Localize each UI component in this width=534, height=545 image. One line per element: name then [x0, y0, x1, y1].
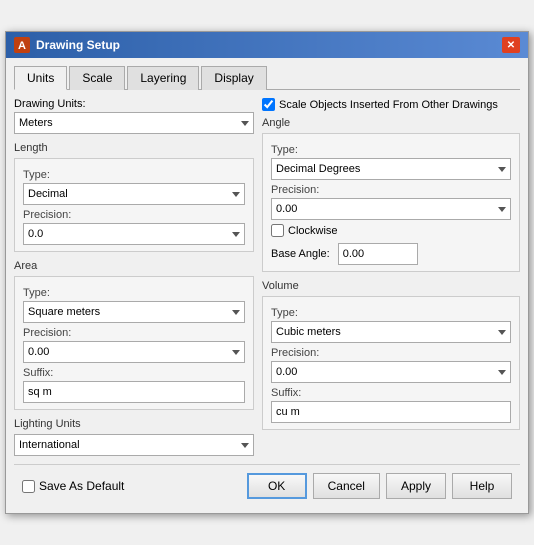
drawing-units-label: Drawing Units:: [14, 98, 254, 110]
close-button[interactable]: ✕: [502, 37, 520, 53]
volume-type-select[interactable]: Cubic meters Cubic feet: [271, 321, 511, 343]
angle-type-select[interactable]: Decimal Degrees Deg/Min/Sec Gradians Rad…: [271, 158, 511, 180]
volume-section-title: Volume: [262, 280, 520, 292]
area-type-select[interactable]: Square meters Square feet: [23, 301, 245, 323]
base-angle-input[interactable]: 0.00: [338, 243, 418, 265]
clockwise-row: Clockwise: [271, 224, 511, 237]
clockwise-label: Clockwise: [288, 225, 338, 237]
title-bar: A Drawing Setup ✕: [6, 32, 528, 58]
length-precision-select[interactable]: 0.0 0 0.00: [23, 223, 245, 245]
save-default-checkbox[interactable]: [22, 480, 35, 493]
apply-button[interactable]: Apply: [386, 473, 446, 499]
tab-scale[interactable]: Scale: [69, 66, 125, 90]
area-precision-label: Precision:: [23, 327, 245, 339]
volume-suffix-label: Suffix:: [271, 387, 511, 399]
save-default-label: Save As Default: [39, 479, 124, 493]
angle-type-label: Type:: [271, 144, 511, 156]
dialog-footer: Save As Default OK Cancel Apply Help: [14, 464, 520, 505]
left-panel: Drawing Units: Meters Feet Inches Length…: [14, 98, 254, 456]
right-panel: Scale Objects Inserted From Other Drawin…: [262, 98, 520, 456]
volume-type-label: Type:: [271, 307, 511, 319]
drawing-units-select[interactable]: Meters Feet Inches: [14, 112, 254, 134]
help-button[interactable]: Help: [452, 473, 512, 499]
lighting-units-select[interactable]: International American: [14, 434, 254, 456]
footer-buttons: OK Cancel Apply Help: [247, 473, 512, 499]
area-suffix-input[interactable]: sq m: [23, 381, 245, 403]
volume-precision-label: Precision:: [271, 347, 511, 359]
angle-section-title: Angle: [262, 117, 520, 129]
svg-text:A: A: [18, 40, 26, 52]
angle-precision-select[interactable]: 0.00 0 0.0: [271, 198, 511, 220]
area-suffix-label: Suffix:: [23, 367, 245, 379]
area-type-label: Type:: [23, 287, 245, 299]
app-icon: A: [14, 37, 30, 53]
ok-button[interactable]: OK: [247, 473, 307, 499]
dialog-title: Drawing Setup: [36, 38, 120, 52]
volume-suffix-input[interactable]: cu m: [271, 401, 511, 423]
base-angle-row: Base Angle: 0.00: [271, 243, 511, 265]
scale-checkbox[interactable]: [262, 98, 275, 111]
clockwise-checkbox[interactable]: [271, 224, 284, 237]
scale-checkbox-label: Scale Objects Inserted From Other Drawin…: [279, 99, 498, 111]
cancel-button[interactable]: Cancel: [313, 473, 380, 499]
content-area: Drawing Units: Meters Feet Inches Length…: [14, 98, 520, 456]
volume-precision-select[interactable]: 0.00 0 0.0: [271, 361, 511, 383]
length-type-label: Type:: [23, 169, 245, 181]
length-precision-label: Precision:: [23, 209, 245, 221]
area-precision-select[interactable]: 0.00 0 0.0: [23, 341, 245, 363]
tab-bar: Units Scale Layering Display: [14, 66, 520, 90]
drawing-setup-dialog: A Drawing Setup ✕ Units Scale Layering D…: [5, 31, 529, 514]
scale-check-row: Scale Objects Inserted From Other Drawin…: [262, 98, 520, 111]
angle-precision-label: Precision:: [271, 184, 511, 196]
length-section-title: Length: [14, 142, 254, 154]
lighting-units-label: Lighting Units: [14, 418, 254, 430]
area-section-title: Area: [14, 260, 254, 272]
tab-display[interactable]: Display: [201, 66, 266, 90]
footer-left: Save As Default: [22, 479, 124, 493]
tab-layering[interactable]: Layering: [127, 66, 199, 90]
tab-units[interactable]: Units: [14, 66, 67, 90]
base-angle-label: Base Angle:: [271, 248, 330, 260]
length-type-select[interactable]: Decimal Architectural Engineering: [23, 183, 245, 205]
